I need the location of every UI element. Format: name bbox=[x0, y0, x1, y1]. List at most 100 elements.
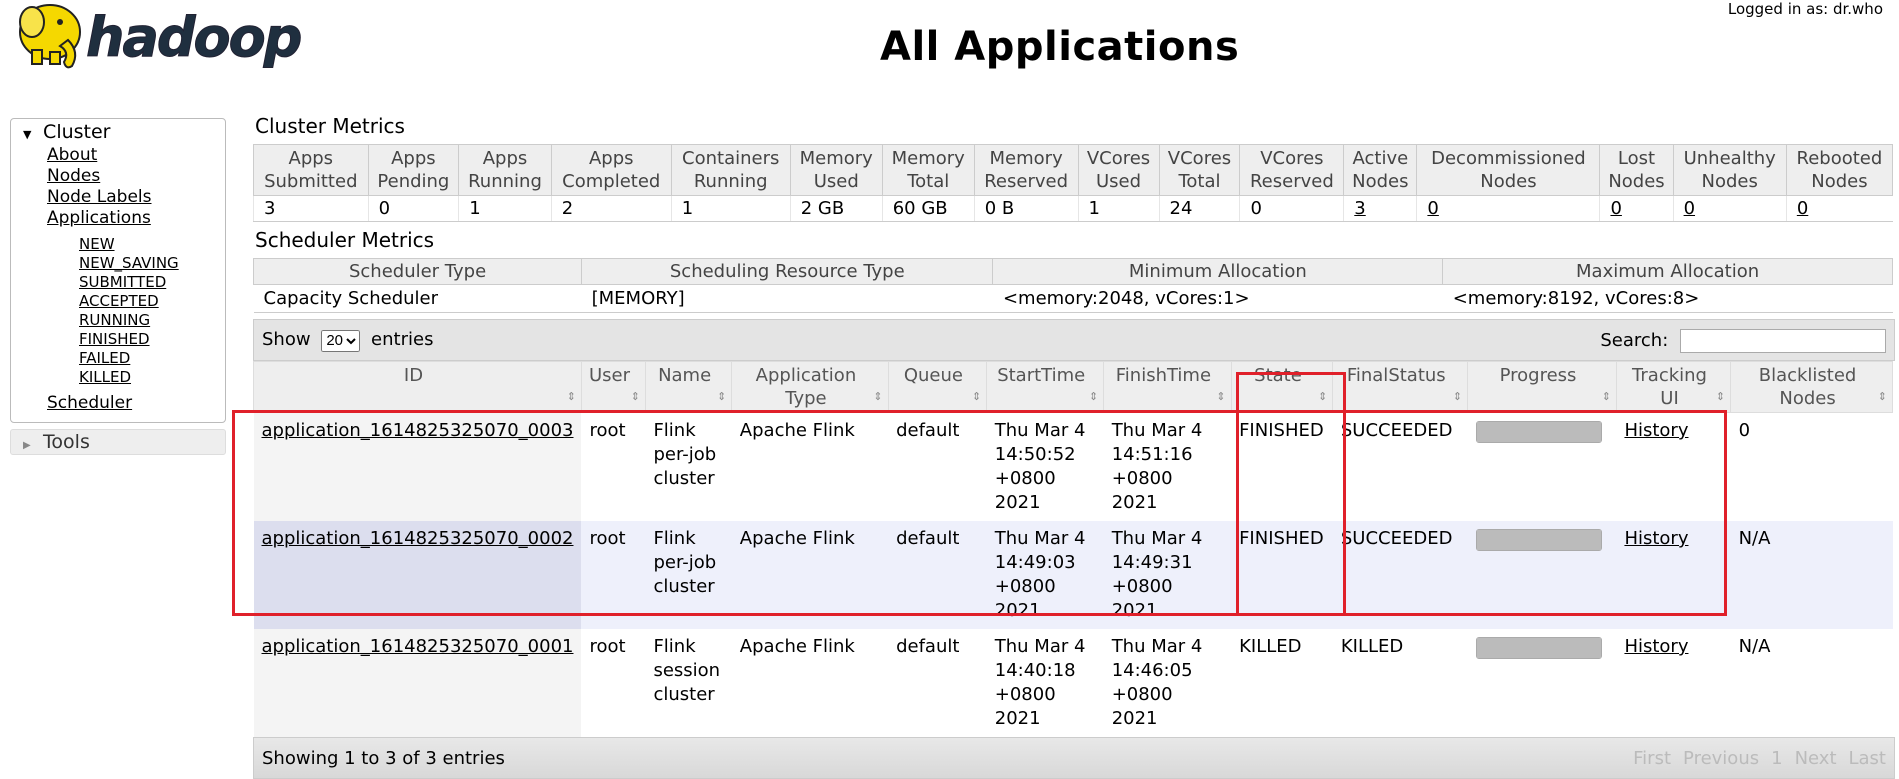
nav-state-link-new[interactable]: NEW bbox=[79, 235, 115, 253]
nav-item-scheduler: Scheduler bbox=[47, 393, 225, 414]
column-header[interactable]: Name ⇕ bbox=[644, 361, 733, 413]
column-header[interactable]: Queue ⇕ bbox=[887, 361, 988, 413]
cell-tracking-ui: History bbox=[1616, 629, 1731, 737]
cell-finish-time-line: 14:49:31 bbox=[1111, 552, 1193, 573]
pager-1[interactable]: 1 bbox=[1771, 748, 1782, 769]
cell-finish-time-line: 14:46:05 bbox=[1111, 660, 1193, 681]
cluster-header[interactable]: ▼ Cluster bbox=[11, 119, 225, 145]
column-header[interactable]: Progress ⇕ bbox=[1467, 361, 1617, 413]
cell-start-time-line: 14:50:52 bbox=[994, 444, 1076, 465]
metric-value: 3 bbox=[1343, 195, 1417, 222]
cell-start-time-line: 2021 bbox=[994, 708, 1041, 729]
nav-state-link-submitted[interactable]: SUBMITTED bbox=[79, 273, 166, 291]
scheduler-value: Capacity Scheduler bbox=[253, 284, 582, 313]
page-size-select[interactable]: 20 bbox=[321, 329, 361, 352]
column-header[interactable]: StartTime ⇕ bbox=[986, 361, 1105, 413]
nav-link-scheduler[interactable]: Scheduler bbox=[47, 393, 132, 413]
metric-value-link[interactable]: 0 bbox=[1610, 198, 1621, 219]
sort-icon: ⇕ bbox=[1088, 390, 1099, 403]
column-header[interactable]: ID ⇕ bbox=[253, 361, 582, 413]
nav-state-link-failed[interactable]: FAILED bbox=[79, 349, 130, 367]
cell-name-line: per-job bbox=[653, 552, 717, 573]
metric-value-text: 1 bbox=[681, 198, 694, 219]
show-label: Show bbox=[262, 329, 311, 350]
metric-header-line: Apps bbox=[288, 148, 334, 169]
cell-start-time-line: 14:49:03 bbox=[994, 552, 1076, 573]
pager-last[interactable]: Last bbox=[1849, 748, 1887, 769]
metric-value-text: 2 GB bbox=[800, 198, 845, 219]
nav-item-node-labels: Node Labels bbox=[47, 187, 225, 208]
sort-icon: ⇕ bbox=[1877, 390, 1887, 403]
metric-value-link[interactable]: 0 bbox=[1427, 198, 1438, 219]
nav-link[interactable]: Applications bbox=[47, 208, 151, 228]
metric-header-line: Nodes bbox=[1352, 171, 1409, 192]
metric-value-text: 2 bbox=[561, 198, 574, 219]
column-header[interactable]: FinalStatus ⇕ bbox=[1332, 361, 1469, 413]
nav-state-link-killed[interactable]: KILLED bbox=[79, 368, 131, 386]
cell-start-time-line: 14:40:18 bbox=[994, 660, 1076, 681]
metric-header-line: Total bbox=[907, 171, 950, 192]
cell-name-line: Flink bbox=[653, 636, 696, 657]
sort-icon: ⇕ bbox=[630, 390, 640, 403]
column-header[interactable]: Blacklisted Nodes ⇕ bbox=[1730, 361, 1893, 413]
metric-header-line: Nodes bbox=[1701, 171, 1758, 192]
cell-user: root bbox=[581, 412, 646, 521]
cell-type: Apache Flink bbox=[731, 412, 889, 521]
cell-start-time-line: 2021 bbox=[994, 492, 1041, 513]
history-link[interactable]: History bbox=[1624, 636, 1688, 657]
history-link[interactable]: History bbox=[1624, 528, 1688, 549]
column-header[interactable]: FinishTime ⇕ bbox=[1103, 361, 1232, 413]
metric-header-line: Memory bbox=[891, 148, 965, 169]
metric-header-line: Memory bbox=[799, 148, 873, 169]
nav-link[interactable]: Nodes bbox=[47, 166, 100, 186]
logged-in-user: Logged in as: dr.who bbox=[1727, 0, 1883, 18]
column-header[interactable]: Application Type ⇕ bbox=[731, 361, 889, 413]
metric-value-link[interactable]: 3 bbox=[1354, 198, 1365, 219]
pager-first[interactable]: First bbox=[1633, 748, 1671, 769]
nav-state-item: SUBMITTED bbox=[79, 273, 225, 292]
pager-next[interactable]: Next bbox=[1795, 748, 1837, 769]
application-id-link[interactable]: application_1614825325070_0002 bbox=[262, 528, 574, 549]
triangle-down-icon: ▼ bbox=[23, 128, 32, 141]
nav-state-item: RUNNING bbox=[79, 311, 225, 330]
nav-state-link-new_saving[interactable]: NEW_SAVING bbox=[79, 254, 179, 272]
cell-finish-time-line: +0800 2021 bbox=[1111, 576, 1173, 621]
nav-state-link-accepted[interactable]: ACCEPTED bbox=[79, 292, 159, 310]
application-id-link[interactable]: application_1614825325070_0003 bbox=[262, 420, 574, 441]
progress-fill bbox=[1476, 638, 1601, 658]
metric-value-link[interactable]: 0 bbox=[1797, 198, 1808, 219]
column-header-label: Blacklisted bbox=[1758, 365, 1857, 386]
metric-value: 0 bbox=[1599, 195, 1674, 222]
app-state-group: NEW NEW_SAVING SUBMITTED ACCEPTED RUNNING FIN… bbox=[47, 235, 225, 387]
tools-label: Tools bbox=[43, 431, 90, 453]
cell-finish-time-line: +0800 2021 bbox=[1111, 468, 1173, 513]
page-size-control: Show 20 entries bbox=[262, 329, 433, 352]
main-content: Cluster Metrics Apps Submitted Apps Pending… bbox=[252, 110, 1895, 779]
cell-state: FINISHED bbox=[1231, 412, 1333, 521]
history-link[interactable]: History bbox=[1624, 420, 1688, 441]
pager-previous[interactable]: Previous bbox=[1683, 748, 1759, 769]
metric-value: 0 B bbox=[973, 195, 1079, 222]
cell-name: Flink session cluster bbox=[645, 629, 732, 737]
metric-value-link[interactable]: 0 bbox=[1684, 198, 1695, 219]
metric-header-line: Submitted bbox=[264, 171, 358, 192]
application-id-link[interactable]: application_1614825325070_0001 bbox=[262, 636, 574, 657]
metric-header: Memory Total bbox=[881, 144, 975, 196]
cell-name-line: cluster bbox=[653, 468, 715, 489]
nav-link[interactable]: Node Labels bbox=[47, 187, 152, 207]
tools-section[interactable]: ▶ Tools bbox=[10, 429, 226, 455]
cell-start-time-line: +0800 bbox=[994, 468, 1056, 489]
nav-state-link-running[interactable]: RUNNING bbox=[79, 311, 150, 329]
column-header-label: FinalStatus bbox=[1346, 365, 1446, 386]
cell-id: application_1614825325070_0003 bbox=[253, 412, 582, 521]
nav-link[interactable]: About bbox=[47, 145, 97, 165]
cell-name-line: cluster bbox=[653, 684, 715, 705]
column-header[interactable]: Tracking UI ⇕ bbox=[1615, 361, 1732, 413]
nav-state-link-finished[interactable]: FINISHED bbox=[79, 330, 150, 348]
logo-text: hadoop bbox=[86, 6, 301, 69]
app-state-menu: NEW NEW_SAVING SUBMITTED ACCEPTED RUNNING FIN… bbox=[79, 235, 225, 387]
column-header[interactable]: State ⇕ bbox=[1230, 361, 1334, 413]
progress-bar bbox=[1475, 529, 1602, 551]
column-header[interactable]: User ⇕ bbox=[580, 361, 646, 413]
search-input[interactable] bbox=[1680, 329, 1886, 353]
